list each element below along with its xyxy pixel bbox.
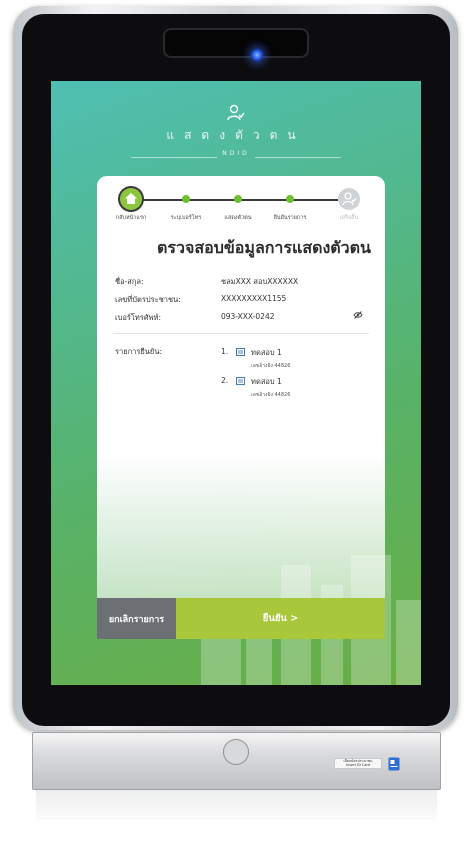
name-value: ชลมXXX สอบXXXXXX [221,277,299,286]
kiosk-screen: แสดงตัวตน NDID กลับหน้าแรก ระบุเบอร์โทร … [51,81,421,685]
item-number-2: 2. [221,376,229,385]
id-card-icon [388,757,400,771]
item-detail-2: เลขอ้างอิง 44826 [251,392,291,398]
camera-led-icon [251,49,263,61]
step-final [338,188,360,210]
step-label-phone: ระบุเบอร์โทร [170,215,202,221]
hardware-home-button[interactable] [223,739,249,765]
item-name-1: ทดสอบ 1 [251,348,282,357]
step-label-finish: เสร็จสิ้น [339,215,359,221]
confirm-items-label: รายการยืนยัน: [115,347,162,356]
step-dot-3 [234,195,242,203]
card-slot-label: เสียบบัตรประชาชน Insert ID Card [334,759,382,767]
header-divider-right [255,157,341,158]
phone-value: 093-XXX-0242 [221,312,275,321]
home-icon [125,193,137,204]
item-name-2: ทดสอบ 1 [251,377,282,386]
verification-card: กลับหน้าแรก ระบุเบอร์โทร แสดงตัวตน ยืนยั… [97,176,385,639]
step-dot-2 [182,195,190,203]
step-label-identify: แสดงตัวตน [224,215,252,221]
camera-module [163,28,309,58]
section-divider [113,333,369,334]
document-list-icon [236,377,245,385]
page-title: แสดงตัวตน [166,128,306,142]
step-dot-4 [286,195,294,203]
cancel-button[interactable]: ยกเลิกรายการ [97,598,176,639]
card-title: ตรวจสอบข้อมูลการแสดงตัวตน [156,238,371,257]
id-card-value: XXXXXXXXX1155 [221,294,287,303]
step-label-confirm: ยืนยันรายการ [273,215,307,221]
header-divider-left [131,157,217,158]
step-home[interactable] [120,188,142,210]
progress-stepper: กลับหน้าแรก ระบุเบอร์โทร แสดงตัวตน ยืนยั… [97,176,385,226]
eye-off-icon[interactable] [353,311,363,319]
confirm-button[interactable]: ยืนยัน > [176,598,385,639]
card-slot-label-line2: Insert ID Card [345,763,371,767]
document-list-icon [236,348,245,356]
item-number-1: 1. [221,347,229,356]
page-subtitle: NDID [222,150,250,157]
kiosk-base-reflection [36,790,437,820]
item-detail-1: เลขอ้างอิง 44826 [251,363,291,369]
step-label-home[interactable]: กลับหน้าแรก [116,214,147,222]
phone-label: เบอร์โทรศัพท์: [115,313,162,322]
user-check-icon [227,104,245,121]
id-card-label: เลขที่บัตรประชาชน: [115,295,181,304]
user-check-icon [342,192,357,206]
name-label: ชื่อ-สกุล: [115,277,144,286]
